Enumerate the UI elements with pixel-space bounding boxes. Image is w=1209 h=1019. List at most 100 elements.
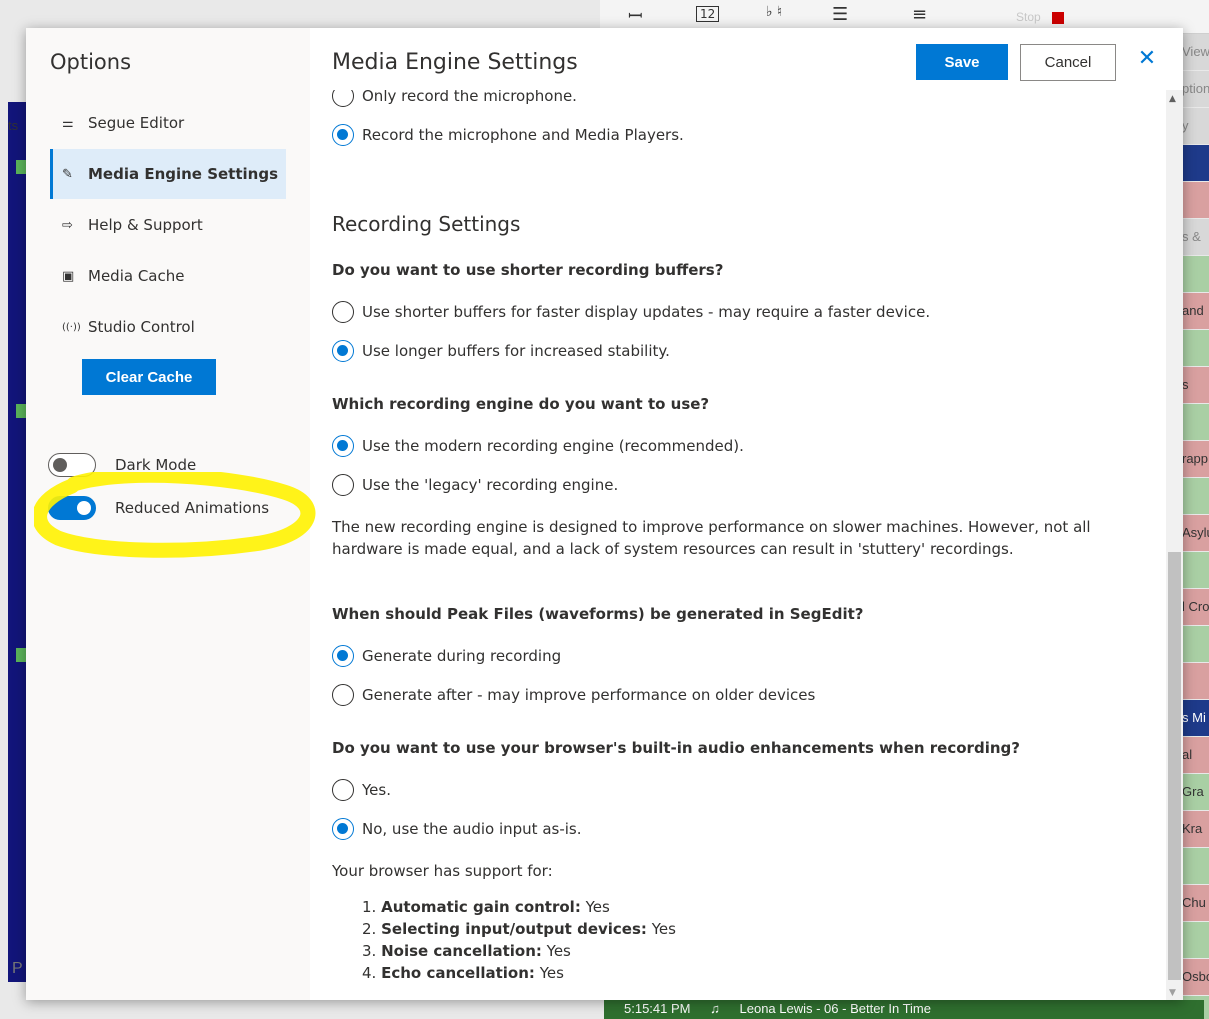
background-row-fragment: Asylu: [1180, 515, 1209, 551]
radio-label: Only record the microphone.: [362, 90, 577, 105]
background-row-fragment: [1180, 848, 1209, 884]
nav-item-media-engine-settings[interactable]: ✎ Media Engine Settings: [50, 149, 286, 199]
help-support-icon: ⇨: [62, 217, 73, 233]
nav-item-segue-editor[interactable]: ⚌ Segue Editor: [50, 98, 286, 148]
background-row-fragment: Chu: [1180, 885, 1209, 921]
dark-mode-row: Dark Mode: [48, 452, 196, 478]
settings-content[interactable]: Only record the microphone. Record the m…: [310, 90, 1166, 1000]
radio-label: Record the microphone and Media Players.: [362, 126, 684, 144]
list-item: 1. Automatic gain control: Yes: [362, 898, 610, 916]
background-row-fragment: rapp: [1180, 441, 1209, 477]
reduced-animations-label: Reduced Animations: [115, 499, 270, 517]
list-item: 4. Echo cancellation: Yes: [362, 964, 564, 982]
background-row-fragment: ption: [1180, 71, 1209, 107]
question-engine: Which recording engine do you want to us…: [332, 395, 710, 413]
broadcast-icon: ((·)): [62, 321, 81, 333]
background-status-bar: 5:15:41 PM ♫ Leona Lewis - 06 - Better I…: [604, 1000, 1204, 1019]
status-time: 5:15:41 PM: [624, 1001, 691, 1016]
radio-label: Yes.: [362, 781, 391, 799]
background-row-fragment: Gra: [1180, 774, 1209, 810]
radio-button[interactable]: [332, 301, 354, 323]
radio-label: Use the modern recording engine (recomme…: [362, 437, 744, 455]
nav-item-label: Studio Control: [88, 318, 195, 336]
background-row-fragment: [1180, 663, 1209, 699]
radio-button[interactable]: [332, 818, 354, 840]
bg-stop-label: Stop: [1016, 10, 1041, 24]
background-left-bottom-text: P: [12, 960, 23, 977]
cancel-button[interactable]: Cancel: [1020, 44, 1116, 81]
radio-button[interactable]: [332, 435, 354, 457]
clear-cache-button[interactable]: Clear Cache: [82, 359, 216, 395]
background-row-fragment: [1180, 330, 1209, 366]
radio-button[interactable]: [332, 779, 354, 801]
question-audio-enhancements: Do you want to use your browser's built-…: [332, 739, 1020, 757]
background-row-fragment: s &: [1180, 219, 1209, 255]
radio-button[interactable]: [332, 90, 354, 107]
page-title: Media Engine Settings: [332, 50, 578, 75]
nav-item-label: Media Cache: [88, 267, 185, 285]
radio-option-longer-buffers[interactable]: Use longer buffers for increased stabili…: [332, 339, 670, 363]
stop-icon: [1052, 12, 1064, 24]
background-row-fragment: s Mi: [1180, 700, 1209, 736]
radio-option-legacy-engine[interactable]: Use the 'legacy' recording engine.: [332, 473, 618, 497]
background-row-fragment: [1180, 145, 1209, 181]
nav-item-studio-control[interactable]: ((·)) Studio Control: [50, 302, 286, 352]
background-row-fragment: l Cro: [1180, 589, 1209, 625]
scroll-down-icon[interactable]: ▼: [1169, 988, 1176, 998]
radio-option-generate-after[interactable]: Generate after - may improve performance…: [332, 683, 815, 707]
background-left-strip: [8, 102, 26, 982]
background-row-fragment: Osbo: [1180, 959, 1209, 995]
nav-item-label: Media Engine Settings: [88, 165, 279, 183]
background-row-fragment: [1180, 922, 1209, 958]
background-left-text: ts: [8, 118, 19, 133]
background-row-fragment: [1180, 478, 1209, 514]
radio-button[interactable]: [332, 124, 354, 146]
background-right-column: Viewptiony s & and s rapp Asylu l Cro s MialGra…: [1180, 34, 1209, 1019]
radio-option-microphone-and-players[interactable]: Record the microphone and Media Players.: [332, 123, 684, 147]
radio-option-enhance-no[interactable]: No, use the audio input as-is.: [332, 817, 582, 841]
radio-option-enhance-yes[interactable]: Yes.: [332, 778, 391, 802]
content-scrollbar[interactable]: ▲ ▼: [1166, 90, 1183, 1000]
list-item: 2. Selecting input/output devices: Yes: [362, 920, 676, 938]
background-row-fragment: Kra: [1180, 811, 1209, 847]
bg-toolbar-icon-2: 12: [696, 6, 720, 22]
radio-option-modern-engine[interactable]: Use the modern recording engine (recomme…: [332, 434, 744, 458]
nav-item-label: Segue Editor: [88, 114, 185, 132]
radio-label: Use longer buffers for increased stabili…: [362, 342, 670, 360]
nav-item-label: Help & Support: [88, 216, 203, 234]
radio-label: No, use the audio input as-is.: [362, 820, 582, 838]
scrollbar-thumb[interactable]: [1168, 552, 1181, 980]
scroll-up-icon[interactable]: ▲: [1169, 94, 1176, 104]
options-title: Options: [50, 50, 132, 74]
save-button[interactable]: Save: [916, 44, 1008, 80]
media-cache-icon: ▣: [62, 268, 75, 284]
radio-label: Generate during recording: [362, 647, 562, 665]
bg-toolbar-icon-3: ♭ ♮: [766, 4, 783, 20]
reduced-animations-toggle[interactable]: [48, 496, 96, 520]
list-item: 3. Noise cancellation: Yes: [362, 942, 571, 960]
background-row-fragment: [1180, 182, 1209, 218]
nav-item-media-cache[interactable]: ▣ Media Cache: [50, 251, 286, 301]
radio-button[interactable]: [332, 645, 354, 667]
background-row-fragment: [1180, 256, 1209, 292]
radio-button[interactable]: [332, 684, 354, 706]
dark-mode-toggle[interactable]: [48, 453, 96, 477]
options-nav: Options ⚌ Segue Editor ✎ Media Engine Se…: [26, 28, 316, 1000]
radio-option-generate-during[interactable]: Generate during recording: [332, 644, 561, 668]
support-intro: Your browser has support for:: [332, 862, 553, 880]
radio-option-shorter-buffers[interactable]: Use shorter buffers for faster display u…: [332, 300, 930, 324]
background-row-fragment: [1180, 552, 1209, 588]
background-row-fragment: s: [1180, 367, 1209, 403]
close-icon[interactable]: ✕: [1134, 46, 1160, 72]
background-row-fragment: al: [1180, 737, 1209, 773]
dark-mode-label: Dark Mode: [115, 456, 197, 474]
bg-toolbar-icon-5: ≡: [912, 4, 928, 25]
engine-note: The new recording engine is designed to …: [332, 518, 1091, 558]
radio-button[interactable]: [332, 340, 354, 362]
nav-item-help-support[interactable]: ⇨ Help & Support: [50, 200, 286, 250]
radio-option-only-microphone[interactable]: Only record the microphone.: [332, 90, 577, 108]
background-row-fragment: and: [1180, 293, 1209, 329]
radio-button[interactable]: [332, 474, 354, 496]
segue-editor-icon: ⚌: [62, 115, 74, 131]
bg-toolbar-icon-1: ꟷ: [628, 6, 643, 27]
